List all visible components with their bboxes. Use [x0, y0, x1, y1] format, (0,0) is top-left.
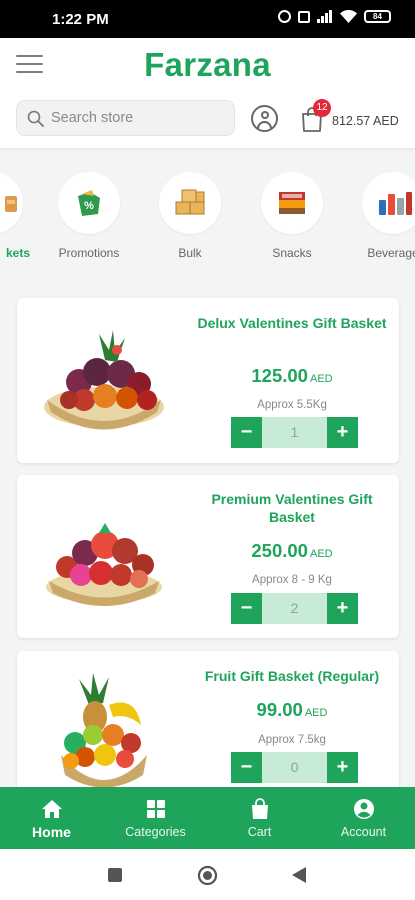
home-icon: [41, 800, 62, 818]
cart-count-badge: 12: [313, 99, 331, 117]
quantity-stepper: − 0 +: [231, 752, 358, 783]
product-weight: Approx 8 - 9 Kg: [252, 574, 332, 586]
fruit-basket-image: [44, 330, 164, 430]
decrease-button[interactable]: −: [231, 417, 262, 448]
increase-button[interactable]: +: [327, 593, 358, 624]
quantity-value[interactable]: 0: [262, 752, 327, 783]
notification-icon: [298, 10, 310, 23]
category-baskets[interactable]: kets: [0, 172, 32, 260]
svg-text:%: %: [84, 200, 94, 212]
product-card[interactable]: Premium Valentines Gift Basket 250.00 AED…: [17, 475, 399, 638]
account-icon: [353, 799, 374, 819]
nav-cart[interactable]: Cart: [208, 787, 311, 849]
promotions-icon: %: [78, 190, 100, 216]
category-snacks[interactable]: Snacks: [252, 172, 332, 260]
basket-icon: [5, 196, 17, 212]
user-icon[interactable]: [251, 105, 278, 132]
product-name[interactable]: Premium Valentines Gift Basket: [197, 490, 387, 526]
fruit-basket-image: [61, 673, 147, 788]
nav-categories[interactable]: Categories: [104, 787, 207, 849]
product-price: 250.00 AED: [251, 540, 333, 561]
quantity-value[interactable]: 1: [262, 417, 327, 448]
search-icon: [27, 110, 44, 127]
bag-icon: [251, 798, 268, 819]
category-row: kets % Promotions Bulk Snacks Beverage: [0, 172, 415, 272]
recents-icon[interactable]: [107, 867, 123, 883]
decrease-button[interactable]: −: [231, 593, 262, 624]
alarm-icon: [278, 10, 291, 23]
product-name[interactable]: Delux Valentines Gift Basket: [197, 314, 387, 332]
quantity-stepper: − 2 +: [231, 593, 358, 624]
category-promotions[interactable]: % Promotions: [49, 172, 129, 260]
nav-account[interactable]: Account: [312, 787, 415, 849]
status-bar: 1:22 PM 84: [0, 0, 415, 38]
beverages-icon: [379, 192, 412, 215]
fruit-basket-image: [46, 523, 162, 606]
product-weight: Approx 5.5Kg: [257, 399, 327, 411]
product-weight: Approx 7.5kg: [258, 734, 326, 746]
nav-home[interactable]: Home: [0, 787, 103, 849]
header: Farzana 12 812.57 AED: [0, 38, 415, 148]
product-name[interactable]: Fruit Gift Basket (Regular): [197, 667, 387, 685]
quantity-value[interactable]: 2: [262, 593, 327, 624]
decrease-button[interactable]: −: [231, 752, 262, 783]
search-box[interactable]: [16, 100, 235, 136]
search-input[interactable]: [51, 101, 231, 135]
wifi-icon: [340, 10, 357, 23]
product-price: 125.00 AED: [251, 365, 333, 386]
status-time: 1:22 PM: [52, 11, 109, 28]
category-bulk[interactable]: Bulk: [150, 172, 230, 260]
signal-icon: [317, 10, 333, 23]
cart-total: 812.57 AED: [332, 114, 399, 128]
product-price: 99.00 AED: [256, 699, 328, 720]
logo: Farzana: [144, 46, 271, 83]
category-beverages[interactable]: Beverage: [353, 172, 415, 260]
quantity-stepper: − 1 +: [231, 417, 358, 448]
bulk-boxes-icon: [175, 189, 205, 215]
increase-button[interactable]: +: [327, 417, 358, 448]
home-button-icon[interactable]: [197, 865, 218, 886]
product-card[interactable]: Delux Valentines Gift Basket 125.00 AED A…: [17, 298, 399, 463]
increase-button[interactable]: +: [327, 752, 358, 783]
system-nav-bar: [0, 849, 415, 900]
status-icons: 84: [278, 10, 391, 23]
bottom-nav: Home Categories Cart Account: [0, 787, 415, 849]
grid-icon: [146, 800, 165, 818]
snacks-icon: [279, 192, 305, 214]
back-icon[interactable]: [291, 866, 307, 884]
battery-icon: 84: [364, 10, 391, 23]
